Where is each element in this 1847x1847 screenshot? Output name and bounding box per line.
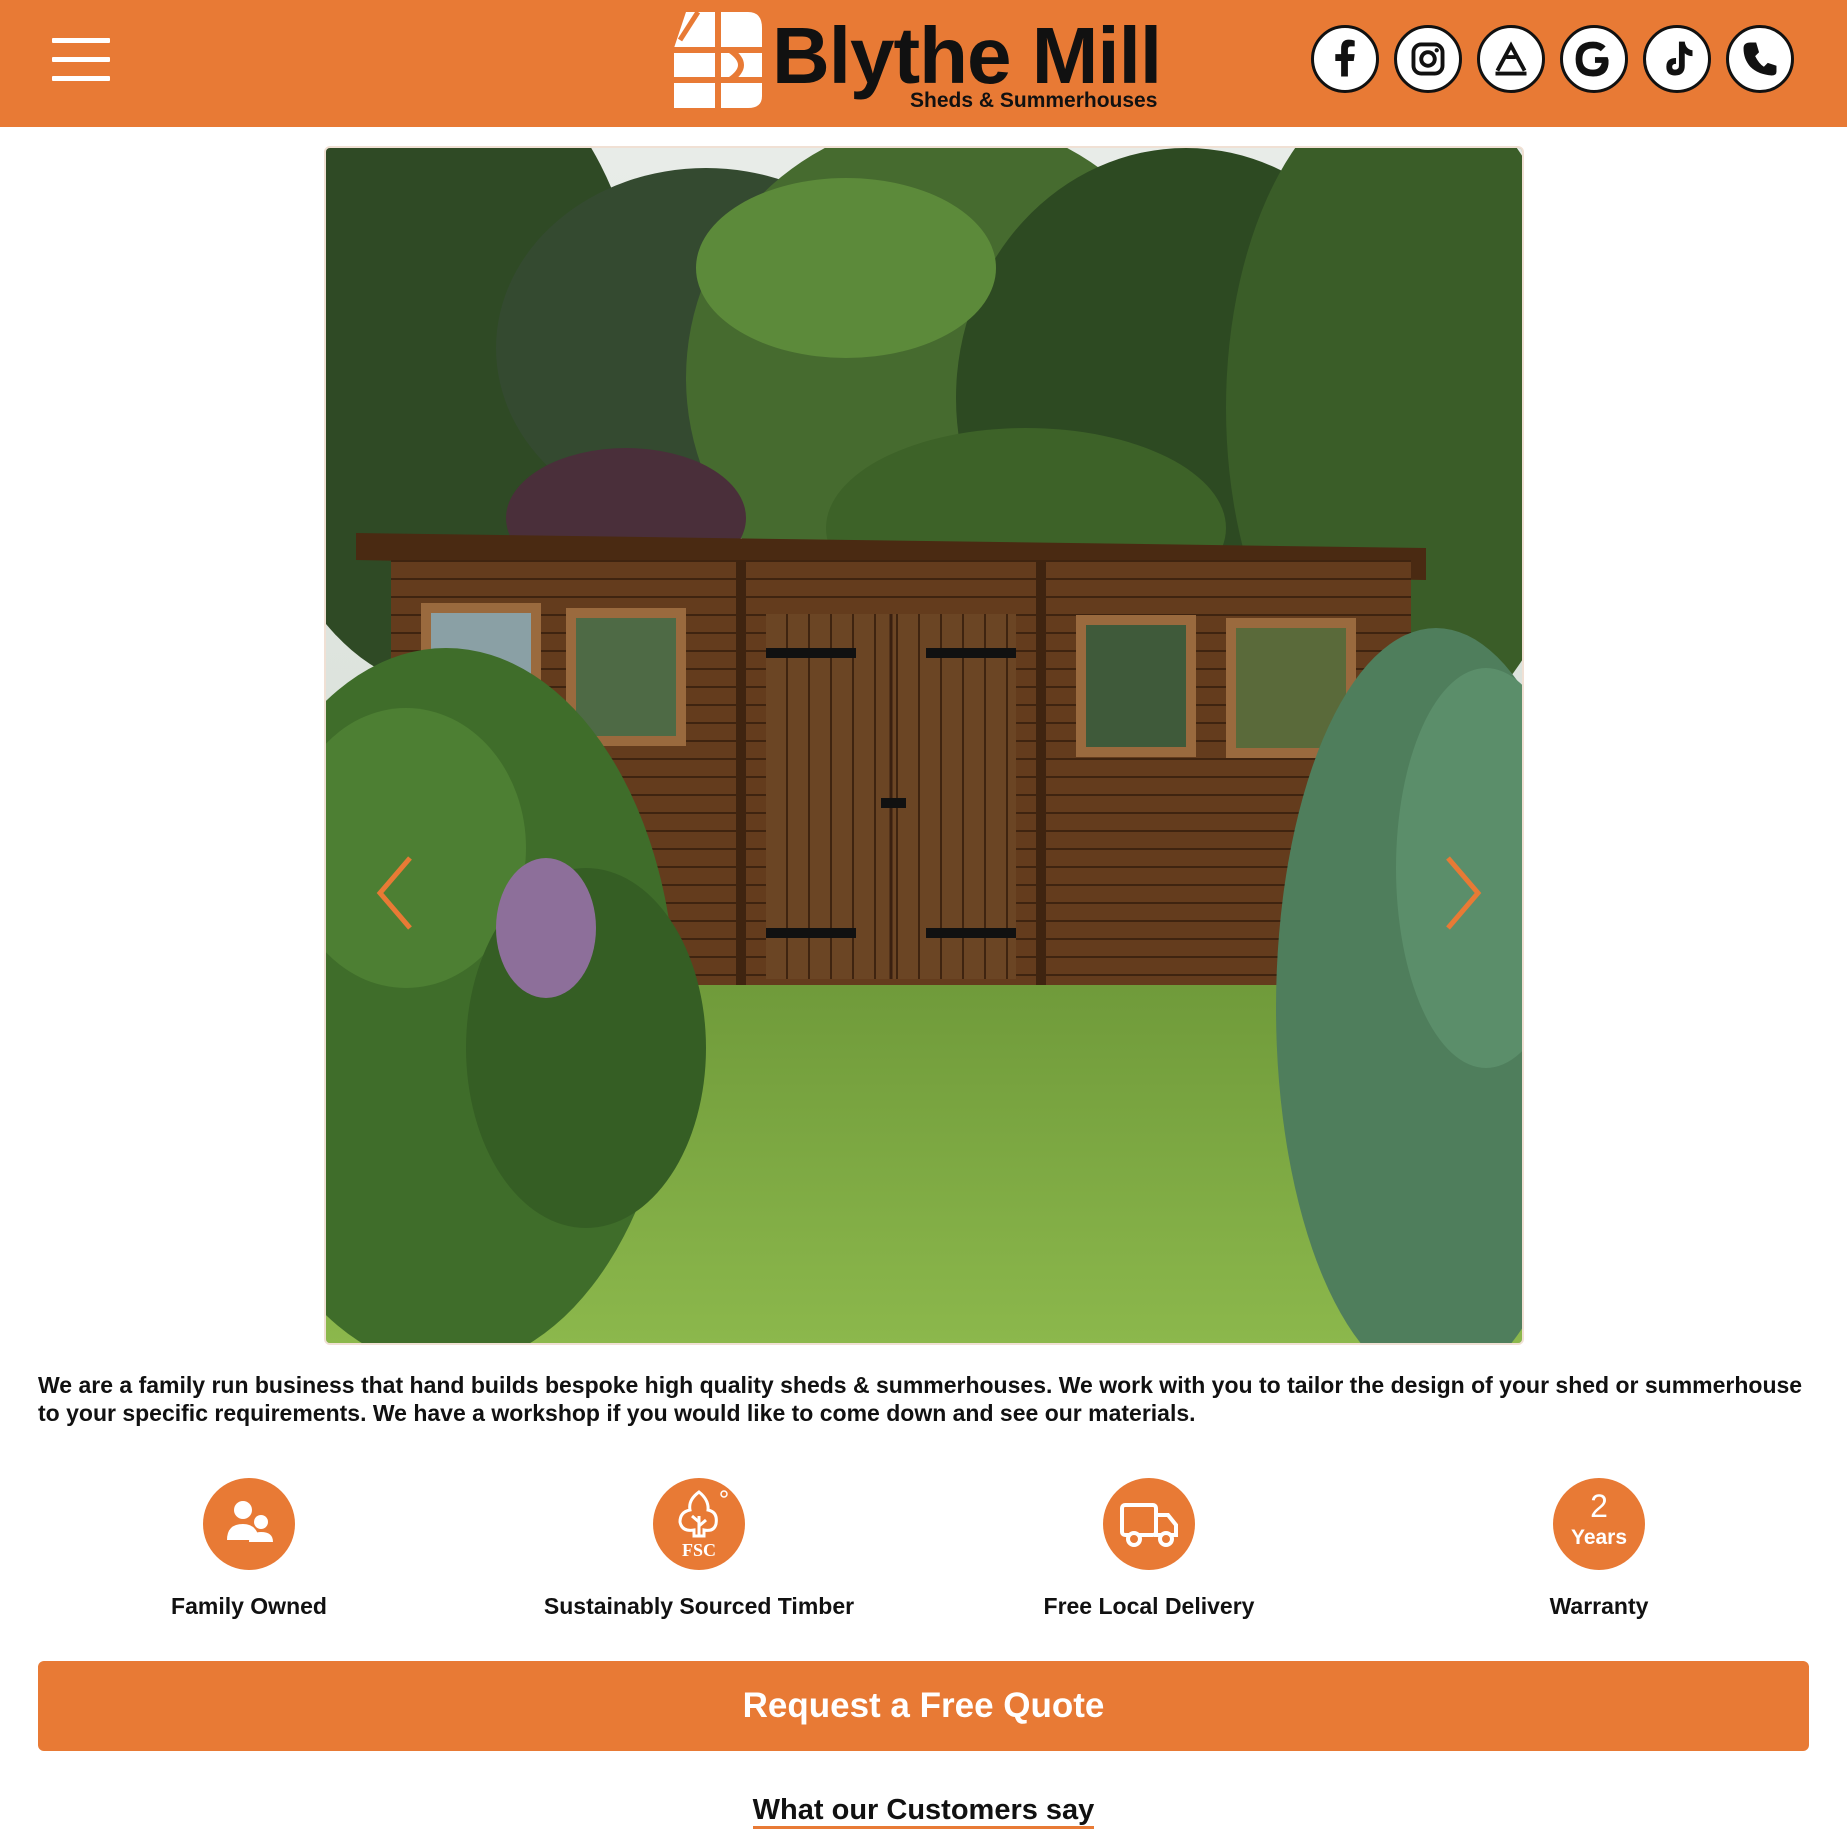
feature-free-delivery: Free Local Delivery [924, 1478, 1374, 1620]
brand-tagline: Sheds & Summerhouses [910, 89, 1158, 112]
hero-image-carousel[interactable] [324, 146, 1524, 1345]
svg-text:FSC: FSC [682, 1540, 716, 1560]
site-logo[interactable]: Blythe Mill Sheds & Summerhouses [672, 8, 1192, 116]
feature-sustainable-timber: FSC Sustainably Sourced Timber [474, 1478, 924, 1620]
feature-label: Family Owned [171, 1593, 327, 1619]
request-quote-button[interactable]: Request a Free Quote [38, 1661, 1809, 1751]
tiktok-icon[interactable] [1643, 25, 1711, 93]
fsc-tree-icon: FSC [653, 1478, 745, 1570]
chevron-left-icon[interactable] [366, 848, 426, 938]
chevron-right-icon[interactable] [1432, 848, 1492, 938]
logo-shed-icon [674, 10, 762, 108]
warranty-years-number: 2 [1590, 1488, 1608, 1524]
hamburger-menu-icon[interactable] [52, 38, 110, 82]
feature-family-owned: Family Owned [24, 1478, 474, 1620]
feature-label: Sustainably Sourced Timber [543, 1593, 855, 1619]
phone-icon[interactable] [1726, 25, 1794, 93]
checkatrade-icon[interactable] [1477, 25, 1545, 93]
feature-label: Free Local Delivery [1043, 1593, 1255, 1619]
family-icon [203, 1478, 295, 1570]
google-icon[interactable] [1560, 25, 1628, 93]
reviews-section: What our Customers say [0, 1793, 1847, 1829]
feature-warranty: 2 Years Warranty [1374, 1478, 1824, 1620]
reviews-heading-link[interactable]: What our Customers say [752, 1794, 1095, 1829]
instagram-icon[interactable] [1394, 25, 1462, 93]
facebook-icon[interactable] [1311, 25, 1379, 93]
delivery-truck-icon [1103, 1478, 1195, 1570]
feature-label: Warranty [1549, 1593, 1649, 1619]
intro-text: We are a family run business that hand b… [38, 1372, 1803, 1426]
warranty-badge: 2 Years [1553, 1478, 1645, 1570]
brand-name: Blythe Mill [772, 11, 1162, 100]
garden-shed-photo [326, 148, 1522, 1343]
warranty-years-unit: Years [1570, 1526, 1628, 1549]
site-header: Blythe Mill Sheds & Summerhouses [0, 0, 1847, 127]
